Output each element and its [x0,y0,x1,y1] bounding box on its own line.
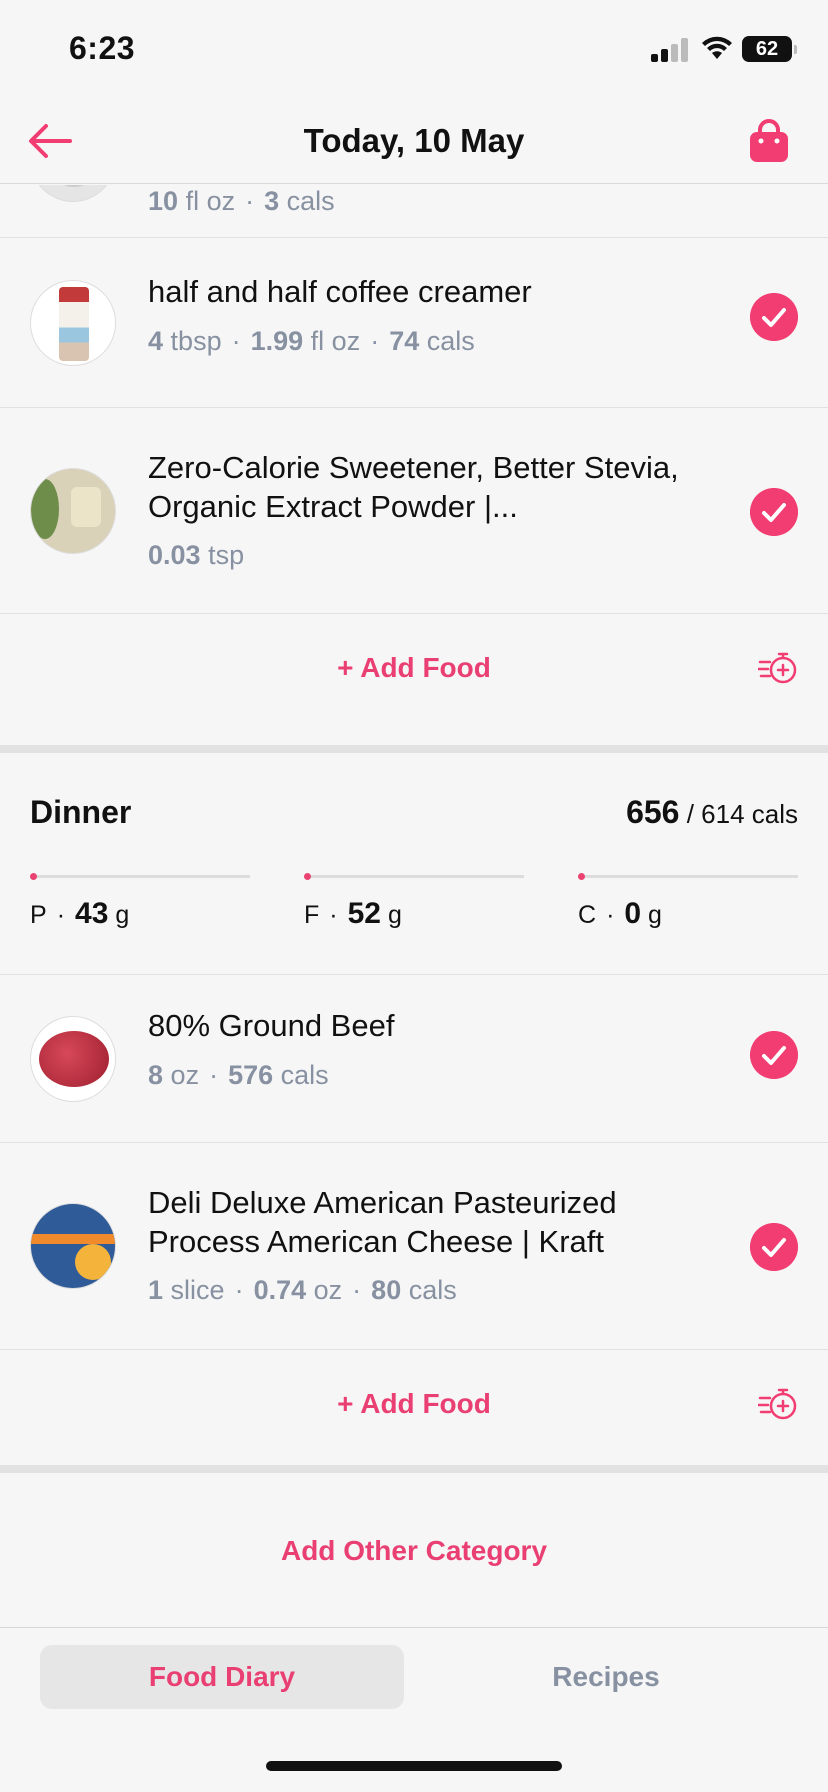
food-item-meta: 1 slice · 0.74 oz · 80 cals [148,1275,457,1305]
add-other-category-button[interactable]: Add Other Category [0,1535,828,1567]
home-indicator[interactable] [266,1761,562,1771]
checkmark-icon[interactable] [750,1031,798,1079]
add-food-button[interactable]: + Add Food [0,652,828,684]
creamer-thumbnail [30,280,116,366]
meal-title: Dinner [30,794,132,830]
food-item-row[interactable]: Zero-Calorie Sweetener, Better Stevia, O… [0,408,828,614]
add-timer-icon[interactable] [758,1386,798,1422]
add-food-row: + Add Food [0,1350,828,1466]
page-title: Today, 10 May [303,122,525,159]
food-item-name: Deli Deluxe American Pasteurized Process… [148,1185,617,1259]
food-item-row[interactable]: 10 fl oz · 3 cals [0,185,828,238]
stevia-thumbnail [30,468,116,554]
food-item-name: Zero-Calorie Sweetener, Better Stevia, O… [148,450,679,524]
cellular-signal-icon [651,38,691,62]
top-nav-bar: Today, 10 May [0,100,828,184]
coffee-thumbnail [30,185,116,202]
checkmark-icon[interactable] [750,1223,798,1271]
tab-recipes[interactable]: Recipes [424,1645,788,1709]
food-diary-scroll[interactable]: 10 fl oz · 3 cals half and half coffee cre… [0,185,828,1627]
add-timer-icon[interactable] [758,650,798,686]
wifi-icon [702,36,732,59]
food-item-name: half and half coffee creamer [148,274,532,309]
section-divider [0,745,828,753]
battery-indicator: 62 [742,36,797,62]
cheese-thumbnail [30,1203,116,1289]
food-item-row[interactable]: half and half coffee creamer 4 tbsp · 1.99… [0,238,828,408]
checkmark-icon[interactable] [750,293,798,341]
add-food-button[interactable]: + Add Food [0,1388,828,1420]
ground-beef-thumbnail [30,1016,116,1102]
add-food-row: + Add Food [0,614,828,730]
food-item-name: 80% Ground Beef [148,1008,395,1043]
fat-progress-dot [304,873,311,880]
food-item-row[interactable]: Deli Deluxe American Pasteurized Process… [0,1143,828,1350]
tab-food-diary[interactable]: Food Diary [40,1645,404,1709]
food-item-row[interactable]: 80% Ground Beef 8 oz · 576 cals [0,975,828,1143]
food-item-meta: 4 tbsp · 1.99 fl oz · 74 cals [148,326,475,356]
section-divider [0,1465,828,1473]
food-item-meta: 8 oz · 576 cals [148,1060,329,1090]
checkmark-icon[interactable] [750,488,798,536]
food-item-meta: 0.03 tsp [148,540,245,570]
status-time: 6:23 [69,30,136,66]
status-bar: 6:23 62 [0,0,828,100]
protein-progress-dot [30,873,37,880]
meal-calories: 656 / 614 cals [626,794,798,830]
carbs-progress-dot [578,873,585,880]
shopping-bag-icon[interactable] [748,118,790,164]
food-item-meta: 10 fl oz · 3 cals [148,186,335,216]
